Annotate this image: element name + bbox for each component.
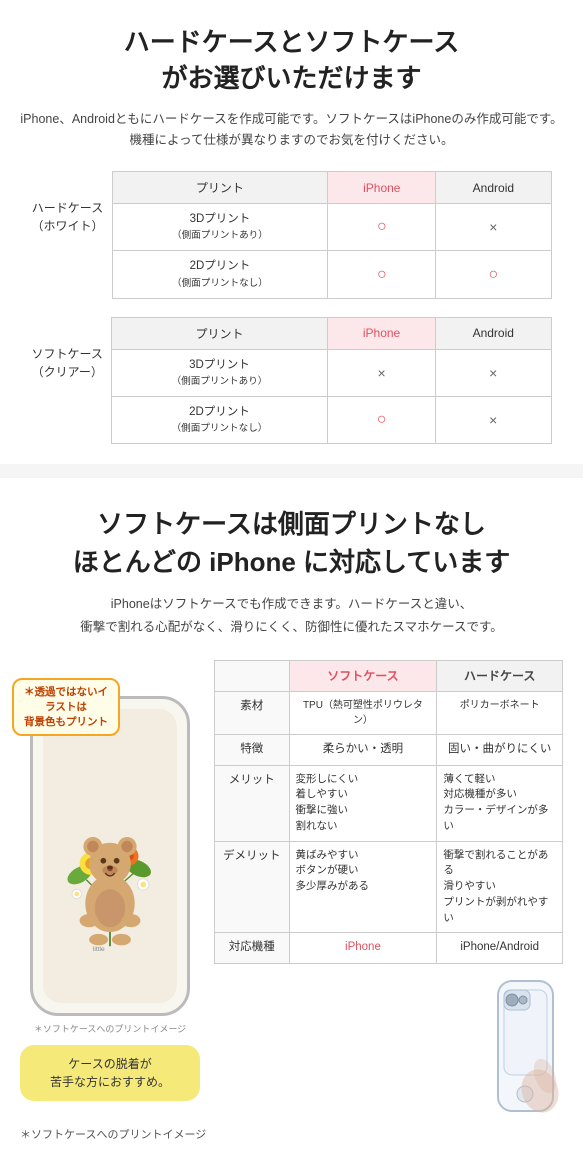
soft-iphone-1: × — [328, 349, 436, 396]
hard-material: ポリカーボネート — [437, 692, 563, 735]
section1-title: ハードケースとソフトケース がお選びいただけます — [20, 24, 563, 97]
col-iphone-header1: iPhone — [328, 172, 436, 204]
label-merit: メリット — [215, 765, 290, 841]
section1: ハードケースとソフトケース がお選びいただけます iPhone、Androidと… — [0, 0, 583, 464]
hard-android-2: ○ — [436, 251, 551, 298]
table-row: 2Dプリント（側面プリントなし） ○ × — [111, 396, 551, 443]
col-iphone-header2: iPhone — [328, 317, 436, 349]
table-row: 特徴 柔らかい・透明 固い・曲がりにくい — [215, 735, 563, 765]
section2-desc: iPhoneはソフトケースでも作成できます。ハードケースと違い、 衝撃で割れる心… — [20, 593, 563, 638]
label-material: 素材 — [215, 692, 290, 735]
hard-models: iPhone/Android — [437, 933, 563, 963]
hard-iphone-1: ○ — [328, 204, 436, 251]
col-android-header2: Android — [436, 317, 551, 349]
col-soft-header: ソフトケース — [289, 661, 437, 692]
label-demerit: デメリット — [215, 841, 290, 933]
phone-device: little miku — [30, 696, 190, 1016]
soft-android-1: × — [436, 349, 551, 396]
hard-case-block: ハードケース（ホワイト） プリント iPhone Android 3Dプリント（… — [32, 171, 552, 298]
soft-feature: 柔らかい・透明 — [289, 735, 437, 765]
tip-bubble: ケースの脱着が苦手な方におすすめ。 — [20, 1045, 200, 1101]
transparent-phone-illustration — [488, 976, 563, 1116]
soft-android-2: × — [436, 396, 551, 443]
section1-desc: iPhone、Androidともにハードケースを作成可能です。ソフトケースはiP… — [20, 109, 563, 152]
soft-print-2: 2Dプリント（側面プリントなし） — [111, 396, 327, 443]
hard-iphone-2: ○ — [328, 251, 436, 298]
compare-table: ソフトケース ハードケース 素材 TPU（熱可塑性ポリウレタン） ポリカーボネー… — [214, 660, 563, 963]
label-feature: 特徴 — [215, 735, 290, 765]
section2-title: ソフトケースは側面プリントなし ほとんどの iPhone に対応しています — [20, 506, 563, 581]
hard-demerit: 衝撃で割れることがある滑りやすいプリントが剥がれやすい — [437, 841, 563, 933]
trans-phone-wrap — [214, 976, 563, 1116]
section2-content: ＊透過ではないイラストは背景色もプリント — [20, 660, 563, 1115]
hard-case-table: プリント iPhone Android 3Dプリント（側面プリントあり） ○ ×… — [112, 171, 552, 298]
soft-case-block: ソフトケース（クリアー） プリント iPhone Android 3Dプリント（… — [32, 317, 552, 444]
table-row: 3Dプリント（側面プリントあり） ○ × — [112, 204, 551, 251]
soft-demerit: 黄ばみやすいボタンが硬い多少厚みがある — [289, 841, 437, 933]
hard-merit: 薄くて軽い対応機種が多いカラー・デザインが多い — [437, 765, 563, 841]
section-divider — [0, 464, 583, 478]
svg-text:little: little — [93, 946, 105, 951]
soft-print-1: 3Dプリント（側面プリントあり） — [111, 349, 327, 396]
hard-feature: 固い・曲がりにくい — [437, 735, 563, 765]
label-models: 対応機種 — [215, 933, 290, 963]
soft-models: iPhone — [289, 933, 437, 963]
col-android-header1: Android — [436, 172, 551, 204]
soft-case-label: ソフトケース（クリアー） — [32, 317, 103, 381]
hard-print-1: 3Dプリント（側面プリントあり） — [112, 204, 328, 251]
table-row: デメリット 黄ばみやすいボタンが硬い多少厚みがある 衝撃で割れることがある滑りや… — [215, 841, 563, 933]
col-print-header1: プリント — [112, 172, 328, 204]
soft-iphone-2: ○ — [328, 396, 436, 443]
section2: ソフトケースは側面プリントなし ほとんどの iPhone に対応しています iP… — [0, 478, 583, 1162]
soft-case-table: プリント iPhone Android 3Dプリント（側面プリントあり） × ×… — [111, 317, 552, 444]
table-row: 2Dプリント（側面プリントなし） ○ ○ — [112, 251, 551, 298]
col-print-header2: プリント — [111, 317, 327, 349]
phone-footnote: ＊ソフトケースへのプリントイメージ — [20, 1022, 200, 1035]
hard-case-label: ハードケース（ホワイト） — [32, 171, 104, 235]
right-panel: ソフトケース ハードケース 素材 TPU（熱可塑性ポリウレタン） ポリカーボネー… — [214, 660, 563, 1115]
col-hard-header: ハードケース — [437, 661, 563, 692]
hard-android-1: × — [436, 204, 551, 251]
soft-material: TPU（熱可塑性ポリウレタン） — [289, 692, 437, 735]
floral-bear-illustration: little miku — [50, 761, 170, 951]
soft-merit: 変形しにくい着しやすい衝撃に強い割れない — [289, 765, 437, 841]
section-footnote: ＊ソフトケースへのプリントイメージ — [20, 1126, 563, 1142]
phone-wrap: ＊透過ではないイラストは背景色もプリント — [20, 660, 200, 1101]
hard-print-2: 2Dプリント（側面プリントなし） — [112, 251, 328, 298]
table-row: 対応機種 iPhone iPhone/Android — [215, 933, 563, 963]
tables-wrap: ハードケース（ホワイト） プリント iPhone Android 3Dプリント（… — [20, 171, 563, 444]
phone-screen: little miku — [43, 709, 177, 1003]
compare-empty-header — [215, 661, 290, 692]
table-row: 3Dプリント（側面プリントあり） × × — [111, 349, 551, 396]
table-row: 素材 TPU（熱可塑性ポリウレタン） ポリカーボネート — [215, 692, 563, 735]
table-row: メリット 変形しにくい着しやすい衝撃に強い割れない 薄くて軽い対応機種が多いカラ… — [215, 765, 563, 841]
annotation-bubble: ＊透過ではないイラストは背景色もプリント — [12, 678, 120, 736]
